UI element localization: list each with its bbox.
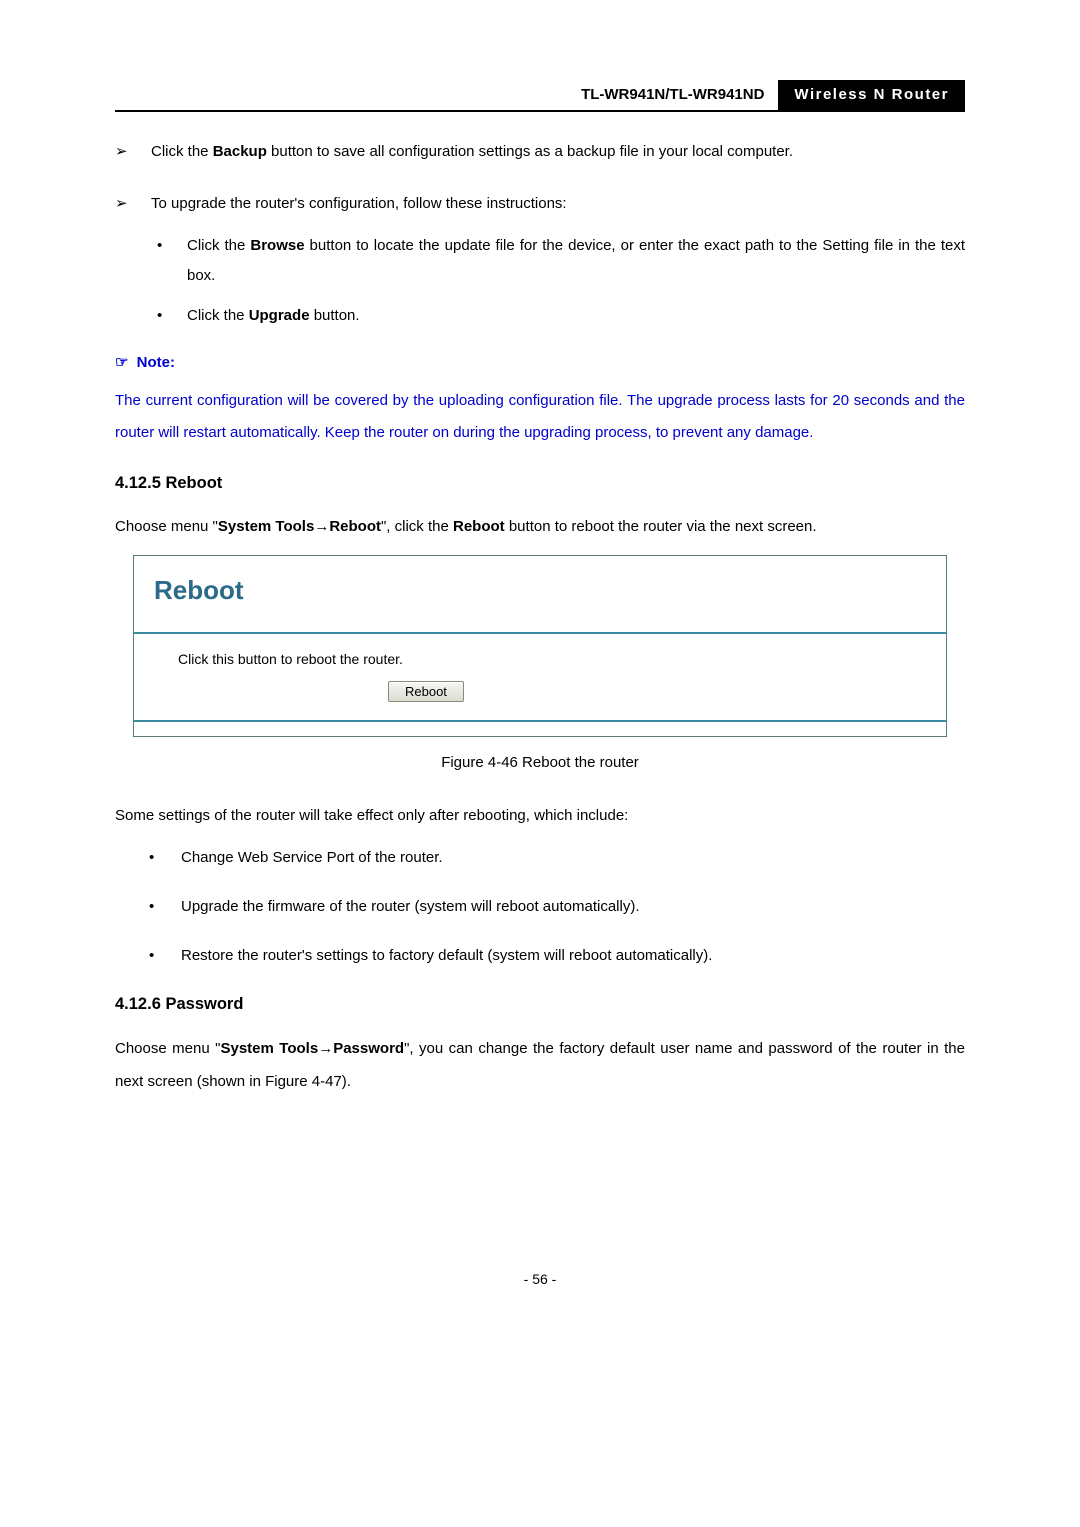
page-header: TL-WR941N/TL-WR941ND Wireless N Router	[115, 80, 965, 112]
bold-upgrade: Upgrade	[249, 307, 310, 324]
text: Click the	[187, 307, 249, 324]
sub-item-upgrade: • Click the Upgrade button.	[151, 301, 965, 331]
text: To upgrade the router's configuration, f…	[151, 195, 567, 212]
figure-reboot: Reboot Click this button to reboot the r…	[133, 555, 947, 737]
header-model: TL-WR941N/TL-WR941ND	[115, 80, 778, 110]
bold-browse: Browse	[250, 237, 304, 254]
arrow-icon: →	[318, 1040, 333, 1057]
sub-item-browse: • Click the Browse button to locate the …	[151, 231, 965, 291]
list-item: • Upgrade the firmware of the router (sy…	[115, 893, 965, 920]
text: Click the	[151, 143, 213, 160]
pointing-hand-icon: ☞	[115, 354, 128, 371]
list-item-backup: ➢ Click the Backup button to save all co…	[115, 136, 965, 168]
password-paragraph: Choose menu "System Tools→Password", you…	[115, 1032, 965, 1098]
bullet-icon: •	[149, 844, 154, 871]
text: button to reboot the router via the next…	[505, 518, 817, 535]
text: Choose menu "	[115, 518, 218, 535]
figure-caption: Figure 4-46 Reboot the router	[115, 751, 965, 775]
bold-password: Password	[333, 1040, 404, 1057]
text: button to save all configuration setting…	[267, 143, 793, 160]
bullet-icon: •	[157, 231, 162, 261]
figure-title: Reboot	[154, 570, 926, 612]
after-figure-text: Some settings of the router will take ef…	[115, 799, 965, 832]
text: button.	[310, 307, 360, 324]
list-item: • Change Web Service Port of the router.	[115, 844, 965, 871]
text: Change Web Service Port of the router.	[181, 849, 443, 866]
bold-reboot-btn: Reboot	[453, 518, 505, 535]
bold-system-tools: System Tools	[220, 1040, 318, 1057]
page-number: - 56 -	[115, 1268, 965, 1290]
bullet-icon: •	[157, 301, 162, 331]
chevron-right-icon: ➢	[115, 136, 128, 168]
text: ", click the	[381, 518, 453, 535]
note-heading: ☞ Note:	[115, 351, 965, 375]
note-label: Note:	[137, 354, 175, 371]
reboot-paragraph: Choose menu "System Tools→Reboot", click…	[115, 510, 965, 543]
bullet-icon: •	[149, 942, 154, 969]
text: Restore the router's settings to factory…	[181, 947, 712, 964]
backup-restore-list: ➢ Click the Backup button to save all co…	[115, 136, 965, 331]
bold-backup: Backup	[213, 143, 267, 160]
list-item-upgrade: ➢ To upgrade the router's configuration,…	[115, 188, 965, 332]
text: button to locate the update file for the…	[187, 237, 965, 284]
reboot-effects-list: • Change Web Service Port of the router.…	[115, 844, 965, 969]
chevron-right-icon: ➢	[115, 188, 128, 220]
list-item: • Restore the router's settings to facto…	[115, 942, 965, 969]
upgrade-sublist: • Click the Browse button to locate the …	[151, 231, 965, 331]
arrow-icon: →	[314, 518, 329, 535]
bullet-icon: •	[149, 893, 154, 920]
bold-reboot-menu: Reboot	[329, 518, 381, 535]
text: Click the	[187, 237, 250, 254]
figure-body-text: Click this button to reboot the router.	[178, 648, 906, 670]
bold-system-tools: System Tools	[218, 518, 314, 535]
header-product-name: Wireless N Router	[778, 80, 965, 110]
note-body: The current configuration will be covere…	[115, 385, 965, 448]
section-heading-password: 4.12.6 Password	[115, 991, 965, 1017]
reboot-button[interactable]: Reboot	[388, 681, 464, 702]
section-heading-reboot: 4.12.5 Reboot	[115, 470, 965, 496]
text: Upgrade the firmware of the router (syst…	[181, 898, 640, 915]
text: Choose menu "	[115, 1040, 220, 1057]
